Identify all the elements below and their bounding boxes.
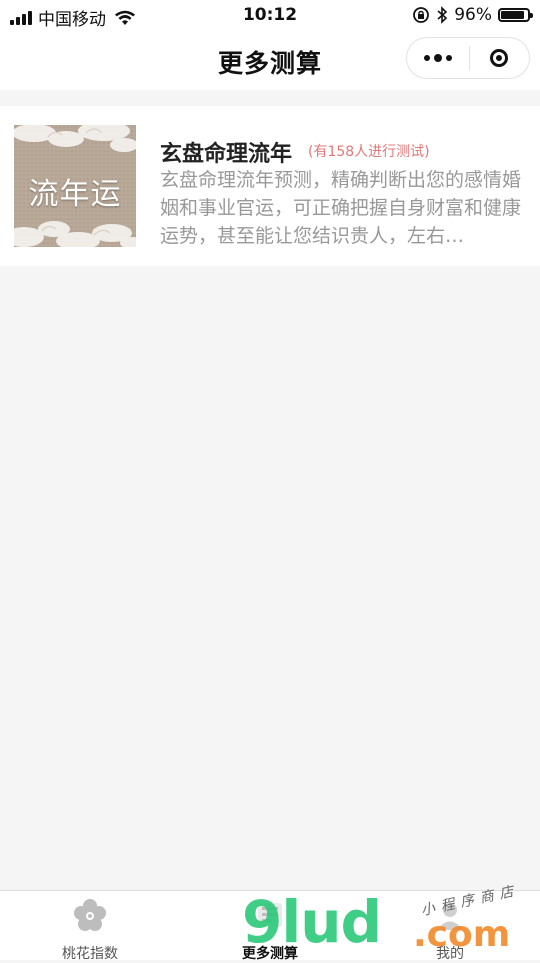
battery-icon [498,8,533,22]
close-target-icon[interactable] [469,37,529,79]
mini-program-capsule [406,37,530,79]
tab-blossom-index[interactable]: 桃花指数 [0,891,180,962]
item-title: 玄盘命理流年 [160,142,293,167]
tab-mine[interactable]: 我的 [360,891,540,962]
battery-fill [501,11,524,19]
rotation-lock-icon [413,7,430,23]
tab-bar: 桃花指数 更多测算 我的 [0,890,540,962]
item-count: (有158人进行测试) [308,144,430,160]
bluetooth-icon [437,6,448,24]
signal-icon [10,10,32,25]
carrier-label: 中国移动 [38,10,106,30]
carrier-group: 中国移动 [10,5,136,30]
user-icon [437,903,463,930]
tab-label: 更多测算 [242,946,298,962]
wifi-icon [115,10,135,25]
tab-more-calc[interactable]: 更多测算 [180,891,360,962]
status-right: 96% [412,5,533,25]
battery-label: 96% [454,5,492,25]
blossom-icon [74,899,106,931]
list-item[interactable]: 流年运 玄盘命理流年 (有158人进行测试) 玄盘命理流年预测，精确判断出您的感… [0,106,540,266]
more-calc-icon [258,903,282,927]
more-icon[interactable] [407,37,469,79]
status-bar: 中国移动 10:12 96% [0,0,540,32]
nav-bar: 更多测算 [0,32,540,90]
tab-label: 我的 [436,946,464,962]
item-description: 玄盘命理流年预测，精确判断出您的感情婚姻和事业官运，可正确把握自身财富和健康运势… [160,169,522,247]
tab-label: 桃花指数 [62,946,118,962]
item-thumbnail: 流年运 [14,125,136,247]
thumbnail-text: 流年运 [28,177,122,212]
